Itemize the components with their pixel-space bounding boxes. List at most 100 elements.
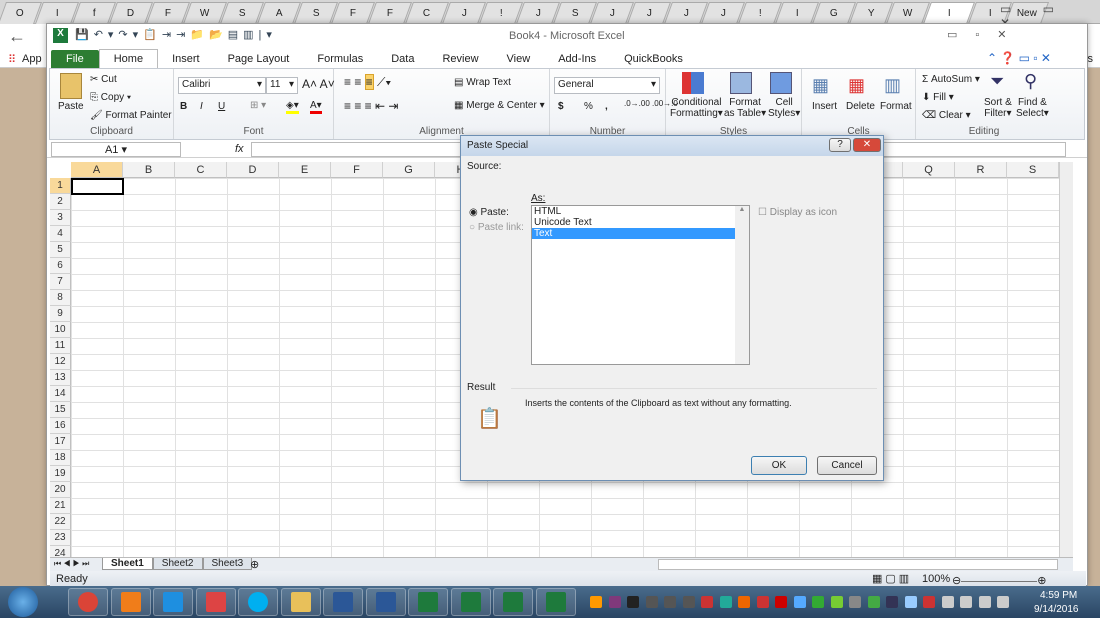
taskbar-excel-button[interactable] xyxy=(450,588,491,616)
clock-time[interactable]: 4:59 PM xyxy=(1040,590,1077,601)
row-header[interactable]: 22 xyxy=(50,514,71,530)
paste-format-option[interactable]: HTML xyxy=(532,206,735,217)
tab-review[interactable]: Review xyxy=(428,50,492,68)
taskbar-snipping-button[interactable] xyxy=(195,588,236,616)
tray-icon[interactable] xyxy=(664,596,676,608)
tray-icon[interactable] xyxy=(867,596,880,608)
row-header[interactable]: 18 xyxy=(50,450,71,466)
taskbar-explorer-button[interactable] xyxy=(280,588,321,616)
row-header[interactable]: 16 xyxy=(50,418,71,434)
start-button[interactable] xyxy=(8,587,38,617)
insert-sheet-icon[interactable]: ⊕ xyxy=(250,558,259,571)
row-header[interactable]: 7 xyxy=(50,274,71,290)
browser-tab[interactable]: I xyxy=(922,2,976,24)
row-header[interactable]: 11 xyxy=(50,338,71,354)
comma-button[interactable]: , xyxy=(605,101,608,112)
tray-icon[interactable] xyxy=(701,596,713,608)
column-header[interactable]: C xyxy=(175,162,227,178)
find-select-button[interactable]: Find & Select▾ xyxy=(1016,97,1049,119)
tray-icon[interactable] xyxy=(960,596,972,608)
clear-button[interactable]: ⌫ Clear ▾ xyxy=(922,110,971,121)
font-size-select[interactable]: 11 ▾ xyxy=(266,77,298,94)
insert-function-button[interactable]: fx xyxy=(235,143,244,155)
tray-icon[interactable] xyxy=(682,596,695,608)
font-name-select[interactable]: Calibri ▾ xyxy=(178,77,266,94)
row-header[interactable]: 24 xyxy=(50,546,71,557)
row-header[interactable]: 9 xyxy=(50,306,71,322)
row-header[interactable]: 12 xyxy=(50,354,71,370)
display-as-icon-checkbox[interactable]: ☐ Display as icon xyxy=(758,207,837,218)
insert-button[interactable]: Insert xyxy=(812,101,837,112)
tray-icon[interactable] xyxy=(978,596,991,608)
row-header[interactable]: 1 xyxy=(50,178,71,194)
tray-icon[interactable] xyxy=(645,596,658,608)
tray-icon[interactable] xyxy=(775,596,787,608)
sort-filter-button[interactable]: Sort & Filter▾ xyxy=(984,97,1012,119)
percent-button[interactable]: % xyxy=(584,101,593,112)
tray-icon[interactable] xyxy=(793,596,806,608)
cut-button[interactable]: ✂ Cut xyxy=(90,74,117,85)
tray-icon[interactable] xyxy=(756,596,769,608)
tab-insert[interactable]: Insert xyxy=(158,50,214,68)
wrap-text-button[interactable]: ▤ Wrap Text xyxy=(454,77,511,88)
italic-button[interactable]: I xyxy=(200,101,203,112)
tray-icon[interactable] xyxy=(941,596,954,608)
name-box[interactable]: A1 ▾ xyxy=(51,142,181,157)
taskbar-excel-button[interactable] xyxy=(493,588,533,616)
cell-styles-button[interactable]: Cell Styles▾ xyxy=(768,97,800,119)
row-header[interactable]: 23 xyxy=(50,530,71,546)
row-header[interactable]: 20 xyxy=(50,482,71,498)
paste-format-option[interactable]: Text xyxy=(532,228,735,239)
font-color-button[interactable]: A▾ xyxy=(310,100,322,114)
tray-icon[interactable] xyxy=(738,596,750,608)
quick-access-toolbar[interactable]: 💾↶▾↷▾📋⇥⇥📁📂▤▥|▾ xyxy=(75,28,277,41)
row-header[interactable]: 4 xyxy=(50,226,71,242)
zoom-level[interactable]: 100% xyxy=(922,573,950,585)
column-header[interactable]: B xyxy=(123,162,175,178)
back-icon[interactable]: ← xyxy=(8,26,26,47)
column-header[interactable]: Q xyxy=(903,162,955,178)
row-header[interactable]: 15 xyxy=(50,402,71,418)
row-header[interactable]: 14 xyxy=(50,386,71,402)
help-icon[interactable]: ⌃ ❓ ▭ ▫ ✕ xyxy=(987,51,1051,65)
tray-icon[interactable] xyxy=(590,596,602,608)
merge-center-button[interactable]: ▦ Merge & Center ▾ xyxy=(454,100,545,111)
taskbar-skype-button[interactable] xyxy=(238,588,278,616)
clock-date[interactable]: 9/14/2016 xyxy=(1034,604,1079,615)
column-header[interactable]: A xyxy=(71,162,123,178)
column-header[interactable]: S xyxy=(1007,162,1059,178)
tab-quickbooks[interactable]: QuickBooks xyxy=(610,50,697,68)
view-buttons[interactable]: ▦▢▥ xyxy=(872,572,912,585)
format-button[interactable]: Format xyxy=(880,101,912,112)
tray-icon[interactable] xyxy=(904,596,917,608)
row-header[interactable]: 8 xyxy=(50,290,71,306)
paste-button[interactable]: Paste xyxy=(58,101,84,112)
fill-color-button[interactable]: ◈▾ xyxy=(286,100,299,114)
currency-button[interactable]: $ xyxy=(558,101,564,112)
tab-formulas[interactable]: Formulas xyxy=(303,50,377,68)
borders-button[interactable]: ⊞ ▾ xyxy=(250,100,266,111)
format-painter-button[interactable]: 🖌 Format Painter xyxy=(90,110,172,121)
close-button[interactable]: ✕ xyxy=(853,138,881,152)
row-header[interactable]: 13 xyxy=(50,370,71,386)
sheet-tab[interactable]: Sheet1 xyxy=(102,558,153,570)
excel-window-controls[interactable]: ▭▫✕ xyxy=(947,28,1025,41)
paste-format-option[interactable]: Unicode Text xyxy=(532,217,735,228)
column-header[interactable]: E xyxy=(279,162,331,178)
tray-icon[interactable] xyxy=(719,596,732,608)
sheet-tab[interactable]: Sheet3 xyxy=(202,558,253,570)
tray-icon[interactable] xyxy=(812,596,824,608)
taskbar-chrome-button[interactable] xyxy=(68,588,108,616)
as-listbox[interactable]: HTML Unicode Text Text ▲ xyxy=(531,205,750,365)
tab-view[interactable]: View xyxy=(493,50,545,68)
vertical-align-buttons[interactable]: ≡ ≡ ≡ ⟋▾ xyxy=(344,74,391,90)
column-header[interactable]: D xyxy=(227,162,279,178)
horizontal-scrollbar[interactable] xyxy=(658,559,1058,570)
sheet-tab[interactable]: Sheet2 xyxy=(152,558,203,570)
tab-home[interactable]: Home xyxy=(98,49,159,68)
paste-icon[interactable] xyxy=(60,73,82,99)
fill-button[interactable]: ⬇ Fill ▾ xyxy=(922,92,954,103)
row-header[interactable]: 10 xyxy=(50,322,71,338)
horizontal-align-buttons[interactable]: ≡ ≡ ≡ ⇤ ⇥ xyxy=(344,99,398,113)
row-header[interactable]: 19 xyxy=(50,466,71,482)
